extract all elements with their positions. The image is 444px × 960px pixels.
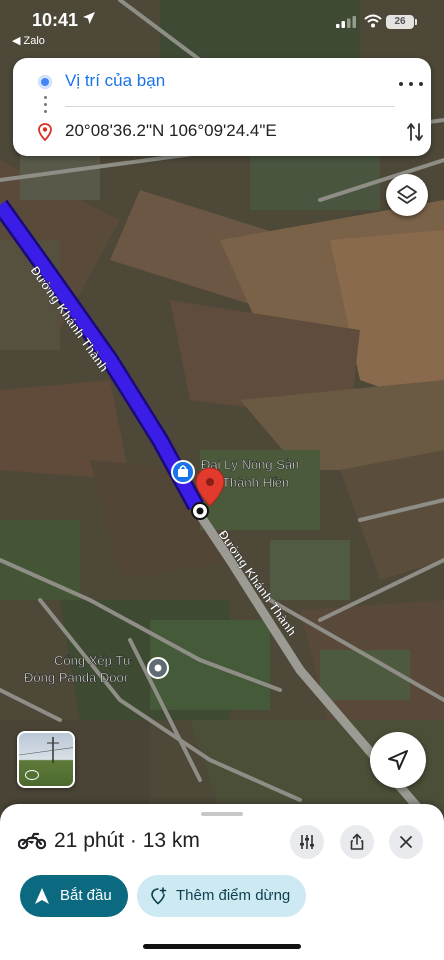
status-time: 10:41 xyxy=(32,10,79,30)
recenter-button[interactable] xyxy=(370,732,426,788)
back-to-app-link[interactable]: ◀ Zalo xyxy=(12,34,45,47)
add-stop-button[interactable]: Thêm điểm dừng xyxy=(137,875,306,917)
layers-button[interactable] xyxy=(386,174,428,216)
origin-field[interactable]: Vị trí của bạn xyxy=(65,71,165,91)
home-indicator[interactable] xyxy=(143,944,301,949)
street-view-360-icon xyxy=(25,770,39,780)
place-marker-panda-door[interactable] xyxy=(147,657,169,679)
place-marker-dai-ly[interactable] xyxy=(171,460,195,484)
route-endpoint-marker xyxy=(191,502,209,520)
tune-icon xyxy=(300,835,314,849)
layers-icon xyxy=(397,185,417,204)
swap-directions-icon[interactable] xyxy=(407,122,423,142)
shopping-bag-icon xyxy=(178,469,188,477)
navigation-arrow-icon xyxy=(35,888,49,904)
route-card: Vị trí của bạn 20°08'36.2"N 106°09'24.4"… xyxy=(13,58,431,156)
close-icon xyxy=(400,836,412,848)
cellular-signal-icon xyxy=(336,16,356,28)
more-options-button[interactable] xyxy=(397,70,425,98)
location-arrow-icon xyxy=(83,12,95,24)
navigation-arrow-icon xyxy=(388,750,408,770)
motorcycle-icon xyxy=(18,832,46,850)
status-bar: 10:41 ◀ Zalo 26 xyxy=(0,0,444,56)
close-button[interactable] xyxy=(389,825,423,859)
battery-indicator: 26 xyxy=(386,15,414,29)
start-navigation-button[interactable]: Bắt đầu xyxy=(20,875,128,917)
route-options-button[interactable] xyxy=(290,825,324,859)
place-label-line2: Động Panda Door xyxy=(24,670,129,685)
street-view-thumbnail[interactable] xyxy=(17,731,75,788)
destination-field[interactable]: 20°08'36.2"N 106°09'24.4"E xyxy=(65,121,277,141)
start-button-label: Bắt đầu xyxy=(60,887,112,904)
share-icon xyxy=(350,833,364,850)
origin-dot-icon xyxy=(39,76,51,88)
sheet-drag-handle[interactable] xyxy=(201,812,243,816)
battery-nub xyxy=(415,19,417,25)
route-connector-dots xyxy=(44,96,47,116)
place-marker-icon xyxy=(154,664,162,672)
add-stop-label: Thêm điểm dừng xyxy=(176,887,291,904)
trip-duration-distance: 21 phút · 13 km xyxy=(54,829,200,852)
wifi-icon xyxy=(364,14,382,28)
share-button[interactable] xyxy=(340,825,374,859)
trip-bottom-sheet: 21 phút · 13 km Bắt đầu Thêm điểm dừng xyxy=(0,804,444,960)
place-label-line2: Thành Hiền xyxy=(222,475,289,490)
route-card-divider xyxy=(65,106,395,107)
add-stop-pin-icon xyxy=(151,887,167,905)
place-label-line1: Cổng Xếp Tự xyxy=(54,653,132,668)
street-view-scene xyxy=(19,737,73,763)
destination-pin-small-icon xyxy=(38,123,52,141)
